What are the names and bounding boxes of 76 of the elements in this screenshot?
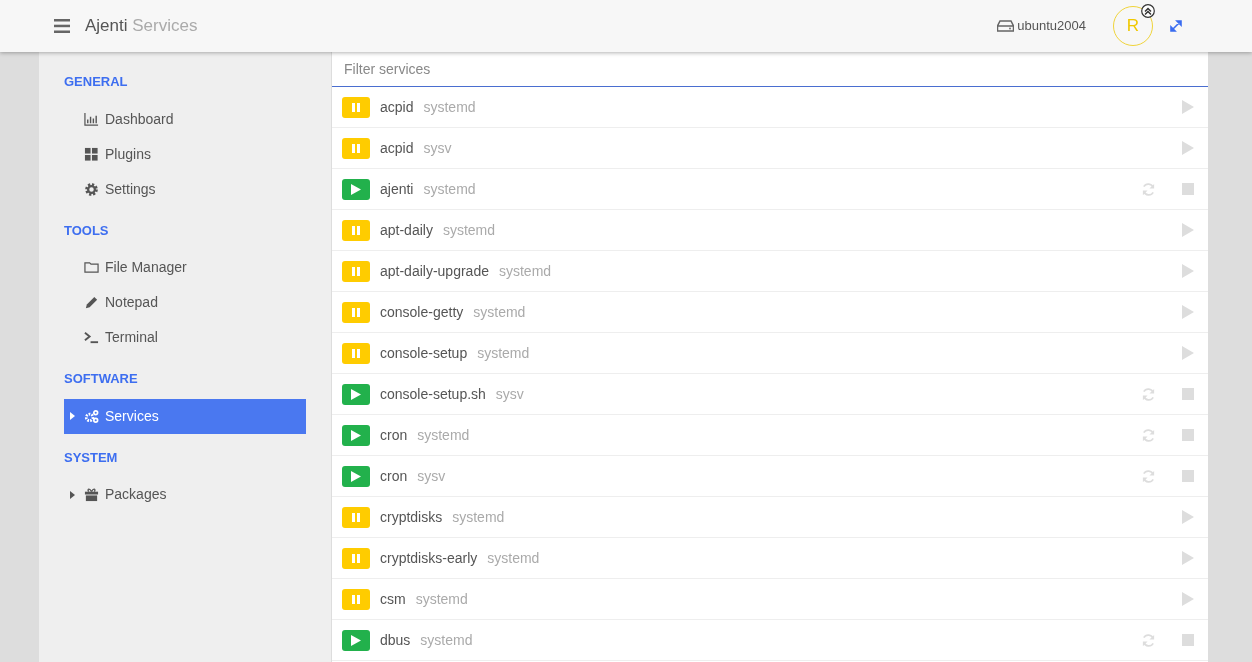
service-type: sysv — [417, 466, 446, 486]
restart-icon[interactable] — [1141, 386, 1156, 402]
stop-icon[interactable] — [1182, 634, 1194, 646]
nav-item[interactable]: Packages — [64, 477, 306, 512]
service-type: systemd — [442, 220, 496, 240]
start-icon[interactable] — [1182, 510, 1194, 524]
service-type: systemd — [420, 630, 473, 650]
service-type: systemd — [477, 343, 530, 363]
start-icon[interactable] — [1182, 305, 1194, 319]
terminal-icon — [84, 330, 99, 345]
restart-icon[interactable] — [1141, 181, 1156, 197]
chart-icon — [84, 111, 99, 127]
expand-icon[interactable] — [1170, 20, 1182, 32]
section-heading: SYSTEM — [64, 448, 119, 467]
service-name: cron — [380, 466, 408, 486]
nav-item[interactable]: Terminal — [64, 320, 306, 355]
service-name: acpid — [380, 97, 414, 117]
nav-item[interactable]: Notepad — [64, 285, 306, 320]
service-name: cryptdisks-early — [380, 548, 478, 568]
stop-icon[interactable] — [1182, 183, 1194, 195]
section-heading: GENERAL — [64, 73, 129, 91]
service-type: systemd — [487, 548, 540, 568]
app-title: Ajenti Services — [85, 15, 198, 38]
service-name: csm — [380, 589, 406, 609]
service-name: apt-daily-upgrade — [380, 261, 489, 281]
chevrons-up-icon[interactable] — [1141, 4, 1155, 18]
nav-item[interactable]: Services — [64, 398, 306, 434]
stop-icon[interactable] — [1182, 429, 1194, 441]
start-icon[interactable] — [1182, 223, 1194, 237]
hostname: ubuntu2004 — [1017, 17, 1086, 36]
pencil-icon — [84, 295, 99, 310]
service-type: systemd — [452, 507, 505, 527]
folder-icon — [84, 260, 99, 275]
section-heading: TOOLS — [64, 221, 110, 240]
start-icon[interactable] — [1182, 141, 1194, 155]
service-type: sysv — [495, 384, 524, 404]
service-name: apt-daily — [380, 220, 433, 240]
service-type: systemd — [417, 425, 470, 445]
filter-field[interactable]: Filter services — [332, 52, 1208, 87]
service-type: systemd — [498, 261, 552, 281]
start-icon[interactable] — [1182, 346, 1194, 360]
server-icon — [997, 20, 1015, 32]
start-icon[interactable] — [1182, 592, 1194, 606]
caret-icon — [70, 490, 75, 499]
service-type: sysv — [423, 138, 452, 158]
service-type: systemd — [473, 302, 526, 322]
service-type: systemd — [415, 589, 468, 609]
service-name: console-setup.sh — [380, 384, 486, 404]
caret-icon — [70, 412, 75, 420]
service-type: systemd — [423, 179, 476, 199]
stop-icon[interactable] — [1182, 470, 1194, 482]
nav-item[interactable]: Dashboard — [64, 101, 306, 137]
section-heading: SOFTWARE — [64, 370, 139, 388]
service-name: acpid — [380, 138, 414, 158]
restart-icon[interactable] — [1141, 468, 1156, 484]
service-name: console-getty — [380, 302, 464, 322]
service-name: console-setup — [380, 343, 468, 363]
nav-item[interactable]: File Manager — [64, 250, 306, 285]
service-name: dbus — [380, 630, 411, 650]
start-icon[interactable] — [1182, 100, 1194, 114]
restart-icon[interactable] — [1141, 427, 1156, 443]
service-name: ajenti — [380, 179, 414, 199]
restart-icon[interactable] — [1141, 632, 1156, 648]
gear-icon — [84, 181, 99, 197]
menu-icon[interactable] — [54, 19, 70, 33]
grid-icon — [84, 146, 99, 162]
gift-icon — [84, 487, 99, 502]
start-icon[interactable] — [1182, 264, 1194, 278]
nav-item[interactable]: Plugins — [64, 136, 306, 172]
service-type: systemd — [423, 97, 476, 117]
nav-item[interactable]: Settings — [64, 171, 306, 207]
stop-icon[interactable] — [1182, 388, 1194, 400]
cogs-icon — [84, 408, 99, 424]
start-icon[interactable] — [1182, 551, 1194, 565]
service-name: cron — [380, 425, 408, 445]
service-name: cryptdisks — [380, 507, 443, 527]
